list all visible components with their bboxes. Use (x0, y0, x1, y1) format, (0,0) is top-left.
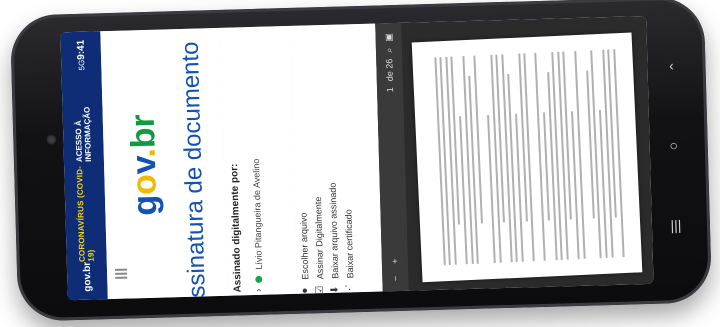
signed-by-label: Assinado digitalmente por: (229, 163, 244, 293)
govbr-brand[interactable]: gov.br (81, 262, 93, 292)
signer-row[interactable]: › Lívio Pitangueira de Avelino (248, 82, 265, 293)
back-icon[interactable]: ‹ (661, 57, 681, 74)
signed-by-section: Assinado digitalmente por: › Lívio Pitan… (220, 25, 299, 296)
action-label: Assinar Digitalmente (312, 196, 325, 280)
search-icon[interactable]: ⌕ (383, 48, 394, 53)
logo-dot: . (124, 147, 163, 159)
action-label: Escolher arquivo (297, 212, 310, 280)
logo-letter-g: g (125, 194, 165, 217)
access-info-link[interactable]: ACESSO À INFORMAÇÃO (72, 70, 93, 163)
document-text-line (613, 49, 625, 258)
page-total: de 26 (384, 58, 395, 82)
valid-status-icon (255, 275, 263, 283)
zoom-in-button[interactable]: + (390, 258, 400, 264)
pdf-viewer: − + 1 de 26 ⌕ ▣ (375, 15, 654, 292)
sidebar-toggle-icon[interactable]: ▣ (383, 33, 394, 42)
home-icon[interactable]: ○ (664, 137, 684, 154)
choose-file-action[interactable]: ● Escolher arquivo (294, 96, 311, 296)
document-text-lines (428, 49, 625, 266)
camera-icon (46, 134, 57, 145)
circle-icon: ● (299, 287, 311, 294)
download-certificate-action[interactable]: ⋰ Baixar certificado (339, 94, 356, 294)
document-page[interactable] (411, 32, 643, 283)
signal-indicator: 5G (76, 59, 86, 71)
phone-screen: gov.br CORONAVÍRUS (COVID-19) ACESSO À I… (60, 15, 654, 301)
logo-letter-v: v (124, 157, 164, 175)
sign-digitally-action[interactable]: ☑ Assinar Digitalmente (309, 95, 326, 295)
signer-name: Lívio Pitangueira de Avelino (250, 158, 264, 270)
action-label: Baixar arquivo assinado (327, 182, 340, 279)
page-title: Assinatura de documento (176, 41, 212, 301)
zoom-out-button[interactable]: − (390, 276, 400, 282)
actions-list: ● Escolher arquivo ☑ Assinar Digitalment… (290, 23, 384, 296)
clock: 9:41 (75, 39, 87, 60)
menu-icon[interactable] (114, 267, 128, 279)
covid-banner-link[interactable]: CORONAVÍRUS (COVID-19) (75, 162, 96, 262)
page-header: gov.br Assinatura de documento (100, 27, 229, 301)
share-icon: ⋰ (344, 284, 356, 295)
photo-scene: gov.br CORONAVÍRUS (COVID-19) ACESSO À I… (0, 0, 720, 327)
download-icon: ⬇ (329, 285, 341, 295)
phone-device: gov.br CORONAVÍRUS (COVID-19) ACESSO À I… (9, 0, 713, 322)
logo-br: br (123, 113, 163, 149)
action-label: Baixar certificado (342, 209, 355, 279)
check-square-icon: ☑ (314, 285, 326, 295)
android-nav-bar: ‹ ○ ||| (651, 37, 697, 258)
govbr-logo[interactable]: gov.br (123, 110, 166, 221)
download-signed-action[interactable]: ⬇ Baixar arquivo assinado (324, 95, 341, 295)
logo-letter-o: o (125, 173, 164, 196)
page-number-input[interactable]: 1 (385, 87, 395, 92)
recents-icon[interactable]: ||| (666, 217, 686, 234)
chevron-right-icon: › (253, 288, 265, 293)
